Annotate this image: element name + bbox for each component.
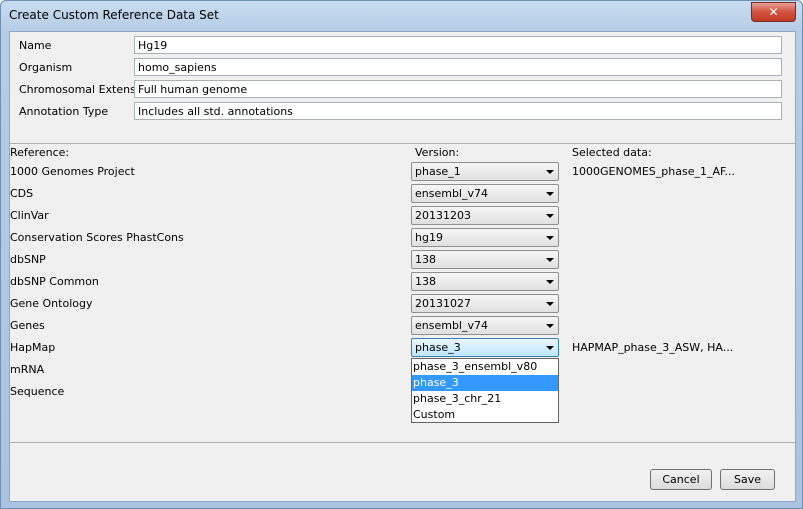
selected-data-value: 1000GENOMES_phase_1_AF...	[572, 165, 736, 178]
organism-label: Organism	[19, 61, 73, 74]
version-select[interactable]: 20131027	[411, 294, 559, 313]
reference-header: Reference:	[10, 146, 70, 159]
chevron-down-icon	[546, 258, 554, 262]
dropdown-option[interactable]: phase_3_chr_21	[412, 391, 558, 407]
version-value: phase_3	[415, 341, 461, 354]
dialog-window: Create Custom Reference Data Set ✕ Name …	[0, 0, 803, 509]
version-select[interactable]: ensembl_v74	[411, 184, 559, 203]
reference-label: 1000 Genomes Project	[10, 165, 135, 178]
reference-label: ClinVar	[10, 209, 49, 222]
reference-label: mRNA	[10, 363, 45, 376]
version-value: ensembl_v74	[415, 319, 488, 332]
version-value: 20131027	[415, 297, 471, 310]
version-value: phase_1	[415, 165, 461, 178]
close-button[interactable]: ✕	[751, 2, 796, 22]
version-select[interactable]: ensembl_v74	[411, 316, 559, 335]
version-select[interactable]: phase_1	[411, 162, 559, 181]
reference-label: dbSNP	[10, 253, 46, 266]
reference-label: HapMap	[10, 341, 56, 354]
version-value: 20131203	[415, 209, 471, 222]
reference-label: Conservation Scores PhastCons	[10, 231, 184, 244]
close-icon: ✕	[768, 5, 779, 19]
cancel-button[interactable]: Cancel	[650, 469, 712, 490]
chevron-down-icon	[546, 346, 554, 350]
reference-panel	[10, 143, 795, 443]
window-title: Create Custom Reference Data Set	[9, 8, 219, 22]
chevron-down-icon	[546, 214, 554, 218]
chevron-down-icon	[546, 324, 554, 328]
save-button[interactable]: Save	[720, 469, 775, 490]
version-value: 138	[415, 275, 436, 288]
reference-label: CDS	[10, 187, 34, 200]
chevron-down-icon	[546, 192, 554, 196]
dropdown-option[interactable]: phase_3_ensembl_v80	[412, 359, 558, 375]
version-select[interactable]: 20131203	[411, 206, 559, 225]
chevron-down-icon	[546, 170, 554, 174]
annotation-label: Annotation Type	[19, 105, 109, 118]
reference-label: Sequence	[10, 385, 65, 398]
version-value: ensembl_v74	[415, 187, 488, 200]
version-select[interactable]: 138	[411, 272, 559, 291]
organism-field[interactable]	[134, 58, 782, 76]
version-select[interactable]: hg19	[411, 228, 559, 247]
version-header: Version:	[415, 146, 460, 159]
selected-data-header: Selected data:	[572, 146, 652, 159]
annotation-field[interactable]	[134, 102, 782, 120]
selected-data-value: HAPMAP_phase_3_ASW, HA...	[572, 341, 734, 354]
version-value: hg19	[415, 231, 443, 244]
reference-label: Gene Ontology	[10, 297, 93, 310]
extension-field[interactable]	[134, 80, 782, 98]
reference-label: Genes	[10, 319, 45, 332]
dropdown-option[interactable]: Custom	[412, 407, 558, 423]
name-field[interactable]	[134, 36, 782, 54]
version-dropdown-list: phase_3_ensembl_v80 phase_3 phase_3_chr_…	[411, 358, 559, 423]
reference-label: dbSNP Common	[10, 275, 99, 288]
chevron-down-icon	[546, 280, 554, 284]
dropdown-option-selected[interactable]: phase_3	[412, 375, 558, 391]
title-bar: Create Custom Reference Data Set ✕	[1, 1, 802, 31]
version-value: 138	[415, 253, 436, 266]
extension-label: Chromosomal Extension	[19, 83, 153, 96]
chevron-down-icon	[546, 302, 554, 306]
name-label: Name	[19, 39, 52, 52]
chevron-down-icon	[546, 236, 554, 240]
version-select-open[interactable]: phase_3	[411, 338, 559, 357]
version-select[interactable]: 138	[411, 250, 559, 269]
dialog-content: Name Organism Chromosomal Extension Anno…	[9, 31, 796, 502]
